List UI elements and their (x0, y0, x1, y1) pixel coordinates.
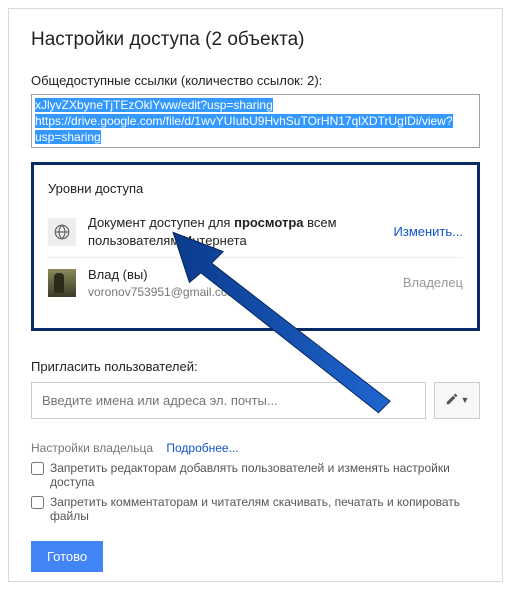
access-levels-title: Уровни доступа (42, 175, 469, 206)
access-levels-section: Уровни доступа Документ доступен для про… (31, 162, 480, 331)
checkbox-prevent-editors-input[interactable] (31, 462, 44, 475)
owner-text: Влад (вы) voronov753951@gmail.com (88, 266, 391, 300)
pencil-icon (445, 392, 459, 409)
access-row-owner: Влад (вы) voronov753951@gmail.com Владел… (42, 258, 469, 308)
links-label: Общедоступные ссылки (количество ссылок:… (31, 73, 480, 88)
owner-email: voronov753951@gmail.com (88, 284, 391, 300)
owner-role-label: Владелец (403, 275, 463, 290)
avatar (48, 269, 76, 297)
permission-dropdown-button[interactable]: ▼ (434, 382, 480, 419)
checkbox-prevent-editors[interactable]: Запретить редакторам добавлять пользоват… (31, 461, 480, 489)
globe-icon (48, 218, 76, 246)
change-access-link[interactable]: Изменить... (394, 224, 463, 239)
invite-label: Пригласить пользователей: (31, 359, 480, 374)
sharing-dialog: Настройки доступа (2 объекта) Общедоступ… (8, 8, 503, 582)
owner-name: Влад (вы) (88, 266, 391, 284)
public-links-textarea[interactable]: xJlyvZXbynеTjTEzOklYww/edit?usp=sharing … (31, 94, 480, 148)
dialog-title: Настройки доступа (2 объекта) (31, 29, 480, 51)
link-text-2: https://drive.google.com/file/d/1wvYUIub… (35, 114, 453, 128)
public-access-text: Документ доступен для просмотра всем пол… (88, 214, 382, 249)
done-button[interactable]: Готово (31, 541, 103, 572)
invite-input[interactable] (31, 382, 426, 419)
checkbox-prevent-download[interactable]: Запретить комментаторам и читателям скач… (31, 495, 480, 523)
access-row-public: Документ доступен для просмотра всем пол… (42, 206, 469, 257)
owner-settings-label: Настройки владельца (31, 441, 153, 455)
chevron-down-icon: ▼ (461, 395, 470, 405)
link-text-1: xJlyvZXbynеTjTEzOklYww/edit?usp=sharing (35, 98, 273, 112)
owner-settings: Настройки владельца Подробнее... Запрети… (31, 441, 480, 523)
checkbox-prevent-download-input[interactable] (31, 496, 44, 509)
invite-section: Пригласить пользователей: ▼ (31, 359, 480, 419)
learn-more-link[interactable]: Подробнее... (166, 441, 238, 455)
link-text-3: usp=sharing (35, 130, 101, 144)
